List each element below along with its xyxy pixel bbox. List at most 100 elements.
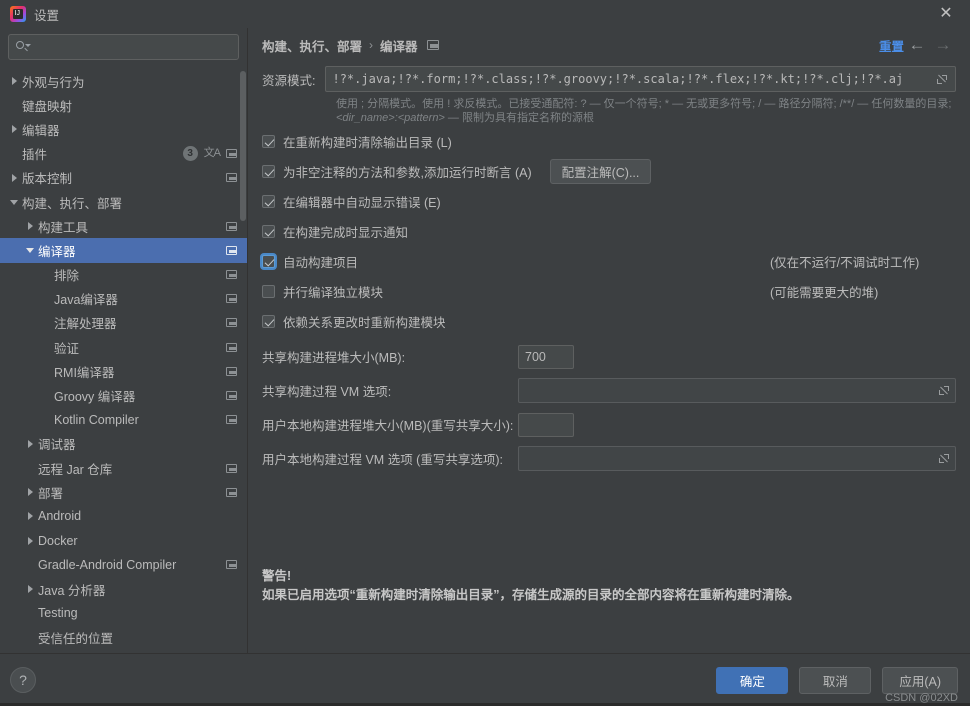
- checkbox-group: 在重新构建时清除输出目录 (L) 为非空注释的方法和参数,添加运行时断言 (A) 配…: [262, 128, 956, 335]
- chevron-down-icon[interactable]: [6, 199, 22, 205]
- sidebar-item-6[interactable]: 构建工具: [0, 214, 247, 238]
- checkbox-label-3[interactable]: 在构建完成时显示通知: [283, 222, 408, 241]
- sidebar-item-4[interactable]: 版本控制: [0, 166, 247, 190]
- list-icon[interactable]: [226, 487, 237, 497]
- checkbox-label-0[interactable]: 在重新构建时清除输出目录 (L): [283, 132, 452, 151]
- checkbox-4[interactable]: [262, 255, 275, 268]
- sidebar-item-19[interactable]: Docker: [0, 529, 247, 553]
- sidebar-item-label: 外观与行为: [22, 75, 85, 90]
- sidebar-item-12[interactable]: RMI编译器: [0, 359, 247, 383]
- checkbox-label-5[interactable]: 并行编译独立模块: [283, 282, 383, 301]
- apply-button[interactable]: 应用(A): [882, 666, 958, 694]
- field-label-2: 用户本地构建进程堆大小(MB)(重写共享大小):: [262, 419, 514, 433]
- sidebar-item-0[interactable]: 外观与行为: [0, 69, 247, 93]
- chevron-right-icon[interactable]: [22, 222, 38, 231]
- list-icon[interactable]: [226, 294, 237, 304]
- number-input-2[interactable]: [525, 417, 567, 432]
- vm-options-input-1[interactable]: [525, 383, 933, 398]
- chevron-right-icon[interactable]: [22, 585, 38, 594]
- checkbox-note-4: (仅在不运行/不调试时工作): [770, 256, 920, 270]
- checkbox-5[interactable]: [262, 285, 275, 298]
- sidebar-item-17[interactable]: 部署: [0, 480, 247, 504]
- list-icon[interactable]: [226, 173, 237, 183]
- checkbox-label-1[interactable]: 为非空注释的方法和参数,添加运行时断言 (A): [283, 162, 532, 181]
- sidebar-item-7[interactable]: 编译器: [0, 238, 247, 263]
- number-field-wrap-0[interactable]: [518, 344, 574, 369]
- sidebar-item-3[interactable]: 插件 3 文A: [0, 142, 247, 166]
- sidebar-item-18[interactable]: Android: [0, 504, 247, 528]
- sidebar-item-5[interactable]: 构建、执行、部署: [0, 190, 247, 214]
- checkbox-label-2[interactable]: 在编辑器中自动显示错误 (E): [283, 192, 441, 211]
- sidebar-item-8[interactable]: 排除: [0, 263, 247, 287]
- sidebar-item-21[interactable]: Java 分析器: [0, 577, 247, 601]
- sidebar-item-1[interactable]: 键盘映射: [0, 93, 247, 117]
- sidebar-item-11[interactable]: 验证: [0, 335, 247, 359]
- sidebar-item-13[interactable]: Groovy 编译器: [0, 383, 247, 407]
- expand-icon[interactable]: [937, 384, 951, 398]
- checkbox-1[interactable]: [262, 165, 275, 178]
- list-icon[interactable]: [226, 560, 237, 570]
- chevron-right-icon[interactable]: [22, 439, 38, 448]
- list-icon[interactable]: [226, 366, 237, 376]
- list-icon[interactable]: [226, 318, 237, 328]
- back-arrow-icon[interactable]: ←: [904, 35, 930, 55]
- field-label-0: 共享构建进程堆大小(MB):: [262, 351, 406, 365]
- sidebar-item-15[interactable]: 调试器: [0, 432, 247, 456]
- sidebar-item-label: Java 分析器: [38, 583, 106, 598]
- list-icon[interactable]: [226, 221, 237, 231]
- list-icon[interactable]: [426, 40, 439, 50]
- translate-icon[interactable]: 文A: [204, 148, 221, 159]
- list-icon[interactable]: [226, 149, 237, 159]
- checkbox-label-6[interactable]: 依赖关系更改时重新构建模块: [283, 312, 446, 331]
- checkbox-6[interactable]: [262, 315, 275, 328]
- checkbox-label-4[interactable]: 自动构建项目: [283, 252, 358, 271]
- vm-options-field-3[interactable]: [518, 446, 956, 471]
- sidebar-item-20[interactable]: Gradle-Android Compiler: [0, 553, 247, 577]
- number-field-wrap-2[interactable]: [518, 412, 574, 437]
- vm-options-input-3[interactable]: [525, 451, 933, 466]
- checkbox-row-4: 自动构建项目 (仅在不运行/不调试时工作): [262, 248, 956, 275]
- vm-options-field-1[interactable]: [518, 378, 956, 403]
- help-button[interactable]: ?: [10, 667, 36, 693]
- expand-icon[interactable]: [937, 452, 951, 466]
- chevron-right-icon[interactable]: [6, 173, 22, 182]
- checkbox-3[interactable]: [262, 225, 275, 238]
- list-icon[interactable]: [226, 415, 237, 425]
- breadcrumb-parent[interactable]: 构建、执行、部署: [262, 36, 362, 55]
- sidebar-item-14[interactable]: Kotlin Compiler: [0, 408, 247, 432]
- number-input-0[interactable]: [525, 349, 567, 364]
- search-input[interactable]: [31, 40, 232, 54]
- resource-pattern-field[interactable]: [325, 66, 956, 92]
- list-icon[interactable]: [226, 342, 237, 352]
- chevron-right-icon[interactable]: [22, 512, 38, 521]
- ok-button[interactable]: 确定: [716, 666, 789, 694]
- sidebar-item-2[interactable]: 编辑器: [0, 117, 247, 141]
- chevron-down-icon[interactable]: [22, 247, 38, 253]
- resource-pattern-input[interactable]: [332, 72, 931, 86]
- sidebar-item-10[interactable]: 注解处理器: [0, 311, 247, 335]
- list-icon[interactable]: [226, 270, 237, 280]
- chevron-right-icon[interactable]: [22, 536, 38, 545]
- list-icon[interactable]: [226, 391, 237, 401]
- search-box[interactable]: [8, 34, 239, 60]
- cancel-button[interactable]: 取消: [799, 666, 872, 694]
- chevron-right-icon[interactable]: [6, 77, 22, 86]
- sidebar-item-16[interactable]: 远程 Jar 仓库: [0, 456, 247, 480]
- sidebar-item-23[interactable]: 受信任的位置: [0, 625, 247, 649]
- reset-link[interactable]: 重置: [879, 36, 904, 55]
- sidebar-item-9[interactable]: Java编译器: [0, 287, 247, 311]
- sidebar-item-22[interactable]: Testing: [0, 601, 247, 625]
- checkbox-0[interactable]: [262, 135, 275, 148]
- settings-tree[interactable]: 外观与行为 键盘映射 编辑器 插件 3 文A 版本控制 构建、执行、部署 构建工具 编译器 排除 Ja…: [0, 67, 247, 653]
- sidebar-item-icons: [226, 463, 237, 473]
- checkbox-2[interactable]: [262, 195, 275, 208]
- expand-icon[interactable]: [935, 72, 949, 86]
- checkbox-note-5: (可能需要更大的堆): [770, 286, 879, 300]
- close-icon[interactable]: ✕: [932, 0, 960, 28]
- forward-arrow-icon[interactable]: →: [930, 35, 956, 55]
- chevron-right-icon[interactable]: [6, 125, 22, 134]
- list-icon[interactable]: [226, 463, 237, 473]
- list-icon[interactable]: [226, 245, 237, 255]
- configure-annotations-button[interactable]: 配置注解(C)...: [549, 159, 652, 184]
- chevron-right-icon[interactable]: [22, 488, 38, 497]
